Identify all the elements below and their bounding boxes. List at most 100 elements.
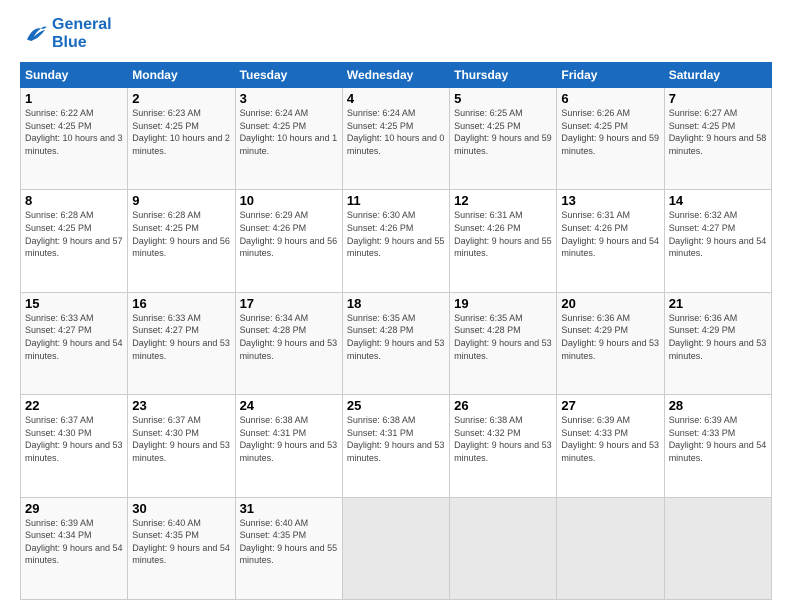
day-info: Sunrise: 6:31 AMSunset: 4:26 PMDaylight:… bbox=[561, 210, 659, 258]
day-number: 15 bbox=[25, 296, 123, 311]
day-info: Sunrise: 6:22 AMSunset: 4:25 PMDaylight:… bbox=[25, 108, 123, 156]
calendar-cell: 11 Sunrise: 6:30 AMSunset: 4:26 PMDaylig… bbox=[342, 190, 449, 292]
day-info: Sunrise: 6:27 AMSunset: 4:25 PMDaylight:… bbox=[669, 108, 767, 156]
weekday-header-saturday: Saturday bbox=[664, 63, 771, 88]
day-info: Sunrise: 6:26 AMSunset: 4:25 PMDaylight:… bbox=[561, 108, 659, 156]
day-number: 22 bbox=[25, 398, 123, 413]
calendar-cell: 14 Sunrise: 6:32 AMSunset: 4:27 PMDaylig… bbox=[664, 190, 771, 292]
day-number: 13 bbox=[561, 193, 659, 208]
day-number: 4 bbox=[347, 91, 445, 106]
day-number: 29 bbox=[25, 501, 123, 516]
day-info: Sunrise: 6:40 AMSunset: 4:35 PMDaylight:… bbox=[240, 518, 338, 566]
day-number: 11 bbox=[347, 193, 445, 208]
calendar-week-1: 1 Sunrise: 6:22 AMSunset: 4:25 PMDayligh… bbox=[21, 88, 772, 190]
day-info: Sunrise: 6:34 AMSunset: 4:28 PMDaylight:… bbox=[240, 313, 338, 361]
calendar-cell: 22 Sunrise: 6:37 AMSunset: 4:30 PMDaylig… bbox=[21, 395, 128, 497]
logo-text: General Blue bbox=[52, 16, 112, 52]
day-number: 25 bbox=[347, 398, 445, 413]
day-number: 17 bbox=[240, 296, 338, 311]
page: General Blue SundayMondayTuesdayWednesda… bbox=[0, 0, 792, 612]
day-info: Sunrise: 6:39 AMSunset: 4:33 PMDaylight:… bbox=[561, 415, 659, 463]
calendar-cell: 18 Sunrise: 6:35 AMSunset: 4:28 PMDaylig… bbox=[342, 292, 449, 394]
calendar-cell: 21 Sunrise: 6:36 AMSunset: 4:29 PMDaylig… bbox=[664, 292, 771, 394]
calendar-cell: 5 Sunrise: 6:25 AMSunset: 4:25 PMDayligh… bbox=[450, 88, 557, 190]
day-number: 1 bbox=[25, 91, 123, 106]
calendar-cell: 2 Sunrise: 6:23 AMSunset: 4:25 PMDayligh… bbox=[128, 88, 235, 190]
calendar-cell: 30 Sunrise: 6:40 AMSunset: 4:35 PMDaylig… bbox=[128, 497, 235, 599]
day-info: Sunrise: 6:35 AMSunset: 4:28 PMDaylight:… bbox=[347, 313, 445, 361]
day-info: Sunrise: 6:35 AMSunset: 4:28 PMDaylight:… bbox=[454, 313, 552, 361]
calendar-cell: 9 Sunrise: 6:28 AMSunset: 4:25 PMDayligh… bbox=[128, 190, 235, 292]
calendar-cell: 10 Sunrise: 6:29 AMSunset: 4:26 PMDaylig… bbox=[235, 190, 342, 292]
day-number: 28 bbox=[669, 398, 767, 413]
day-number: 10 bbox=[240, 193, 338, 208]
day-info: Sunrise: 6:31 AMSunset: 4:26 PMDaylight:… bbox=[454, 210, 552, 258]
calendar-cell: 16 Sunrise: 6:33 AMSunset: 4:27 PMDaylig… bbox=[128, 292, 235, 394]
calendar-cell: 25 Sunrise: 6:38 AMSunset: 4:31 PMDaylig… bbox=[342, 395, 449, 497]
calendar-cell bbox=[557, 497, 664, 599]
calendar-cell: 8 Sunrise: 6:28 AMSunset: 4:25 PMDayligh… bbox=[21, 190, 128, 292]
day-number: 30 bbox=[132, 501, 230, 516]
day-number: 3 bbox=[240, 91, 338, 106]
calendar-week-2: 8 Sunrise: 6:28 AMSunset: 4:25 PMDayligh… bbox=[21, 190, 772, 292]
day-number: 20 bbox=[561, 296, 659, 311]
day-number: 14 bbox=[669, 193, 767, 208]
calendar-cell: 26 Sunrise: 6:38 AMSunset: 4:32 PMDaylig… bbox=[450, 395, 557, 497]
calendar-week-4: 22 Sunrise: 6:37 AMSunset: 4:30 PMDaylig… bbox=[21, 395, 772, 497]
calendar-cell: 28 Sunrise: 6:39 AMSunset: 4:33 PMDaylig… bbox=[664, 395, 771, 497]
calendar-cell: 3 Sunrise: 6:24 AMSunset: 4:25 PMDayligh… bbox=[235, 88, 342, 190]
day-number: 23 bbox=[132, 398, 230, 413]
day-number: 6 bbox=[561, 91, 659, 106]
day-number: 12 bbox=[454, 193, 552, 208]
day-info: Sunrise: 6:24 AMSunset: 4:25 PMDaylight:… bbox=[240, 108, 338, 156]
calendar-cell: 15 Sunrise: 6:33 AMSunset: 4:27 PMDaylig… bbox=[21, 292, 128, 394]
day-number: 27 bbox=[561, 398, 659, 413]
calendar-cell: 12 Sunrise: 6:31 AMSunset: 4:26 PMDaylig… bbox=[450, 190, 557, 292]
day-number: 9 bbox=[132, 193, 230, 208]
weekday-header-friday: Friday bbox=[557, 63, 664, 88]
weekday-header-tuesday: Tuesday bbox=[235, 63, 342, 88]
day-info: Sunrise: 6:37 AMSunset: 4:30 PMDaylight:… bbox=[25, 415, 123, 463]
day-number: 31 bbox=[240, 501, 338, 516]
day-info: Sunrise: 6:40 AMSunset: 4:35 PMDaylight:… bbox=[132, 518, 230, 566]
calendar-cell: 19 Sunrise: 6:35 AMSunset: 4:28 PMDaylig… bbox=[450, 292, 557, 394]
day-number: 16 bbox=[132, 296, 230, 311]
calendar-cell: 24 Sunrise: 6:38 AMSunset: 4:31 PMDaylig… bbox=[235, 395, 342, 497]
day-number: 26 bbox=[454, 398, 552, 413]
day-info: Sunrise: 6:24 AMSunset: 4:25 PMDaylight:… bbox=[347, 108, 445, 156]
day-info: Sunrise: 6:23 AMSunset: 4:25 PMDaylight:… bbox=[132, 108, 230, 156]
day-number: 2 bbox=[132, 91, 230, 106]
day-info: Sunrise: 6:33 AMSunset: 4:27 PMDaylight:… bbox=[25, 313, 123, 361]
day-info: Sunrise: 6:38 AMSunset: 4:32 PMDaylight:… bbox=[454, 415, 552, 463]
day-number: 7 bbox=[669, 91, 767, 106]
day-number: 18 bbox=[347, 296, 445, 311]
calendar-cell: 31 Sunrise: 6:40 AMSunset: 4:35 PMDaylig… bbox=[235, 497, 342, 599]
calendar-cell: 20 Sunrise: 6:36 AMSunset: 4:29 PMDaylig… bbox=[557, 292, 664, 394]
weekday-header-sunday: Sunday bbox=[21, 63, 128, 88]
day-number: 19 bbox=[454, 296, 552, 311]
weekday-header-wednesday: Wednesday bbox=[342, 63, 449, 88]
day-info: Sunrise: 6:36 AMSunset: 4:29 PMDaylight:… bbox=[669, 313, 767, 361]
calendar-cell: 13 Sunrise: 6:31 AMSunset: 4:26 PMDaylig… bbox=[557, 190, 664, 292]
day-info: Sunrise: 6:29 AMSunset: 4:26 PMDaylight:… bbox=[240, 210, 338, 258]
day-info: Sunrise: 6:28 AMSunset: 4:25 PMDaylight:… bbox=[132, 210, 230, 258]
day-number: 5 bbox=[454, 91, 552, 106]
day-info: Sunrise: 6:33 AMSunset: 4:27 PMDaylight:… bbox=[132, 313, 230, 361]
day-info: Sunrise: 6:38 AMSunset: 4:31 PMDaylight:… bbox=[347, 415, 445, 463]
day-info: Sunrise: 6:36 AMSunset: 4:29 PMDaylight:… bbox=[561, 313, 659, 361]
logo-icon bbox=[20, 20, 48, 48]
calendar-cell bbox=[342, 497, 449, 599]
header: General Blue bbox=[20, 16, 772, 52]
day-number: 8 bbox=[25, 193, 123, 208]
day-info: Sunrise: 6:25 AMSunset: 4:25 PMDaylight:… bbox=[454, 108, 552, 156]
calendar-week-5: 29 Sunrise: 6:39 AMSunset: 4:34 PMDaylig… bbox=[21, 497, 772, 599]
calendar-cell bbox=[450, 497, 557, 599]
calendar-cell: 4 Sunrise: 6:24 AMSunset: 4:25 PMDayligh… bbox=[342, 88, 449, 190]
calendar-cell: 1 Sunrise: 6:22 AMSunset: 4:25 PMDayligh… bbox=[21, 88, 128, 190]
calendar-cell: 7 Sunrise: 6:27 AMSunset: 4:25 PMDayligh… bbox=[664, 88, 771, 190]
calendar-week-3: 15 Sunrise: 6:33 AMSunset: 4:27 PMDaylig… bbox=[21, 292, 772, 394]
calendar-table: SundayMondayTuesdayWednesdayThursdayFrid… bbox=[20, 62, 772, 600]
calendar-cell: 23 Sunrise: 6:37 AMSunset: 4:30 PMDaylig… bbox=[128, 395, 235, 497]
day-info: Sunrise: 6:37 AMSunset: 4:30 PMDaylight:… bbox=[132, 415, 230, 463]
day-info: Sunrise: 6:39 AMSunset: 4:34 PMDaylight:… bbox=[25, 518, 123, 566]
